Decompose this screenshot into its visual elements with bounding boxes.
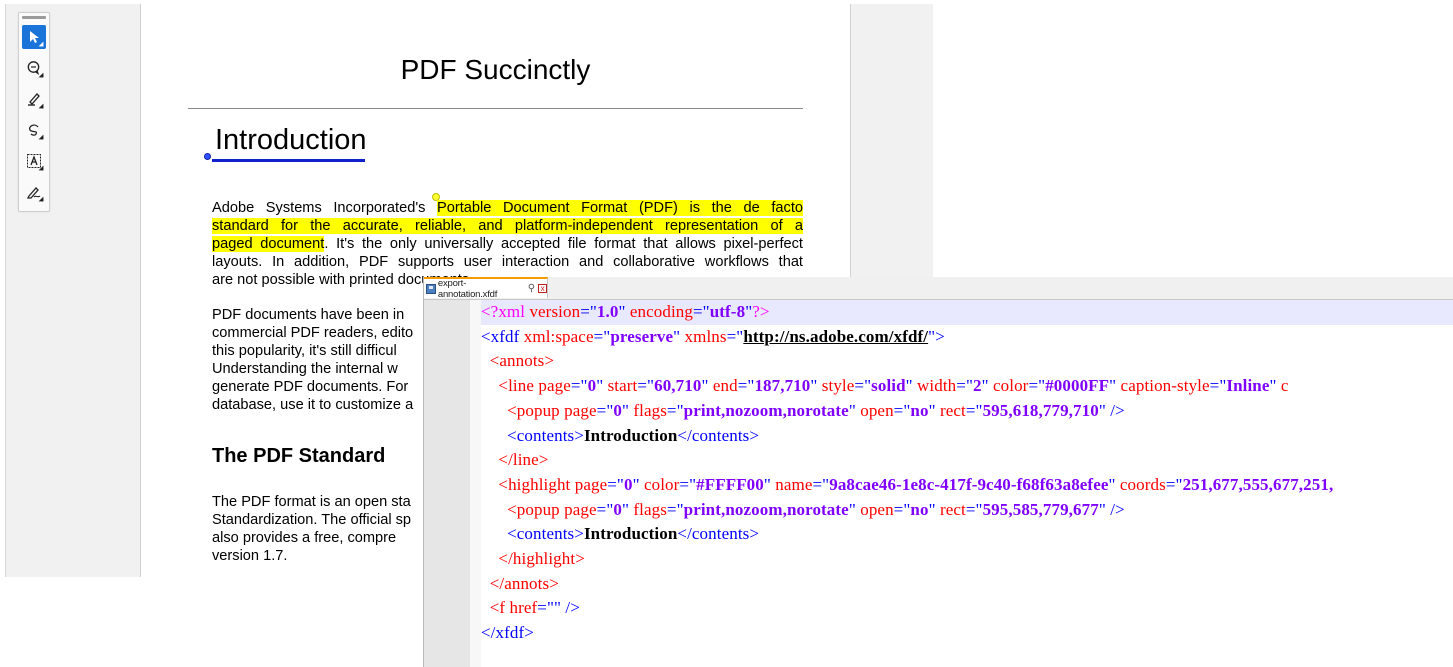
toolbar-grip[interactable] [22,16,46,19]
text-line: Adobe Systems Incorporated's Portable Do… [212,200,803,216]
code-line[interactable]: 8 <highlight page="0" color="#FFFF00" na… [481,473,1453,498]
code-text: <?xml version="1.0" encoding="utf-8"?> [481,302,770,321]
comment-tool-button[interactable] [22,56,46,80]
code-line[interactable]: 2<xfdf xml:space="preserve" xmlns="http:… [481,325,1453,350]
paragraph-intro: Adobe Systems Incorporated's Portable Do… [212,199,803,289]
highlight-tool-button[interactable] [22,87,46,111]
tab-bar: export-annotation.xfdf ⚲ x [424,277,1453,300]
text-line: layouts. In addition, PDF supports user … [212,254,803,270]
line-number-gutter [424,300,470,667]
code-line[interactable]: 3 <annots> [481,349,1453,374]
code-text: <line page="0" start="60,710" end="187,7… [481,376,1289,396]
heading-introduction: Introduction [215,124,367,156]
highlight-annotation[interactable]: paged document [212,236,325,252]
code-text: <annots> [481,351,555,371]
select-tool-button[interactable] [22,25,46,49]
text-line: paged document. It's the only universall… [212,236,803,252]
document-title: PDF Succinctly [400,54,591,85]
code-line[interactable]: 6 <contents>Introduction</contents> [481,424,1453,449]
code-text: <contents>Introduction</contents> [481,425,760,445]
code-text: <highlight page="0" color="#FFFF00" name… [481,474,1334,494]
fold-margin [470,300,481,667]
code-text: <contents>Introduction</contents> [481,524,760,544]
code-line[interactable]: 4 <line page="0" start="60,710" end="187… [481,374,1453,399]
code-line[interactable]: 11 </highlight> [481,547,1453,572]
code-editor-window: export-annotation.xfdf ⚲ x 1<?xml versio… [423,277,1453,667]
code-text: <xfdf xml:space="preserve" xmlns="http:/… [481,326,945,346]
freehand-tool-button[interactable] [22,118,46,142]
code-line[interactable]: 1<?xml version="1.0" encoding="utf-8"?> [481,300,1453,325]
title-divider [188,108,803,109]
heading-pdf-standard: The PDF Standard [212,445,386,467]
code-line[interactable]: 14</xfdf> [481,621,1453,646]
code-text: </xfdf> [481,623,534,643]
line-annotation-handle[interactable] [204,153,211,160]
text-line: standard for the accurate, reliable, and… [212,217,803,235]
code-line[interactable]: 12 </annots> [481,572,1453,597]
tab-export-annotation[interactable]: export-annotation.xfdf ⚲ x [424,277,548,300]
code-line[interactable]: 7 </line> [481,448,1453,473]
sign-tool-button[interactable] [22,180,46,204]
code-line[interactable]: 5 <popup page="0" flags="print,nozoom,no… [481,399,1453,424]
code-line[interactable]: 9 <popup page="0" flags="print,nozoom,no… [481,498,1453,523]
code-text: </annots> [481,573,559,593]
code-text: <f href="" /> [481,598,580,618]
save-icon [426,283,436,294]
line-annotation[interactable] [212,159,365,162]
code-line[interactable]: 13 <f href="" /> [481,596,1453,621]
highlight-annotation[interactable]: standard for the accurate, reliable, and… [212,218,803,234]
textbox-tool-button[interactable] [22,149,46,173]
code-text: <popup page="0" flags="print,nozoom,noro… [481,400,1125,420]
pin-icon[interactable]: ⚲ [528,283,535,294]
code-area[interactable]: 1<?xml version="1.0" encoding="utf-8"?>2… [481,300,1453,667]
code-line[interactable]: 10 <contents>Introduction</contents> [481,522,1453,547]
tab-label: export-annotation.xfdf [437,277,498,300]
highlight-annotation[interactable]: Portable Document Format (PDF) is the de… [437,200,803,216]
close-tab-icon[interactable]: x [538,284,547,293]
code-text: <popup page="0" flags="print,nozoom,noro… [481,499,1125,519]
code-text: </line> [481,450,549,470]
annotation-toolbar [18,12,50,212]
code-text: </highlight> [481,549,585,568]
